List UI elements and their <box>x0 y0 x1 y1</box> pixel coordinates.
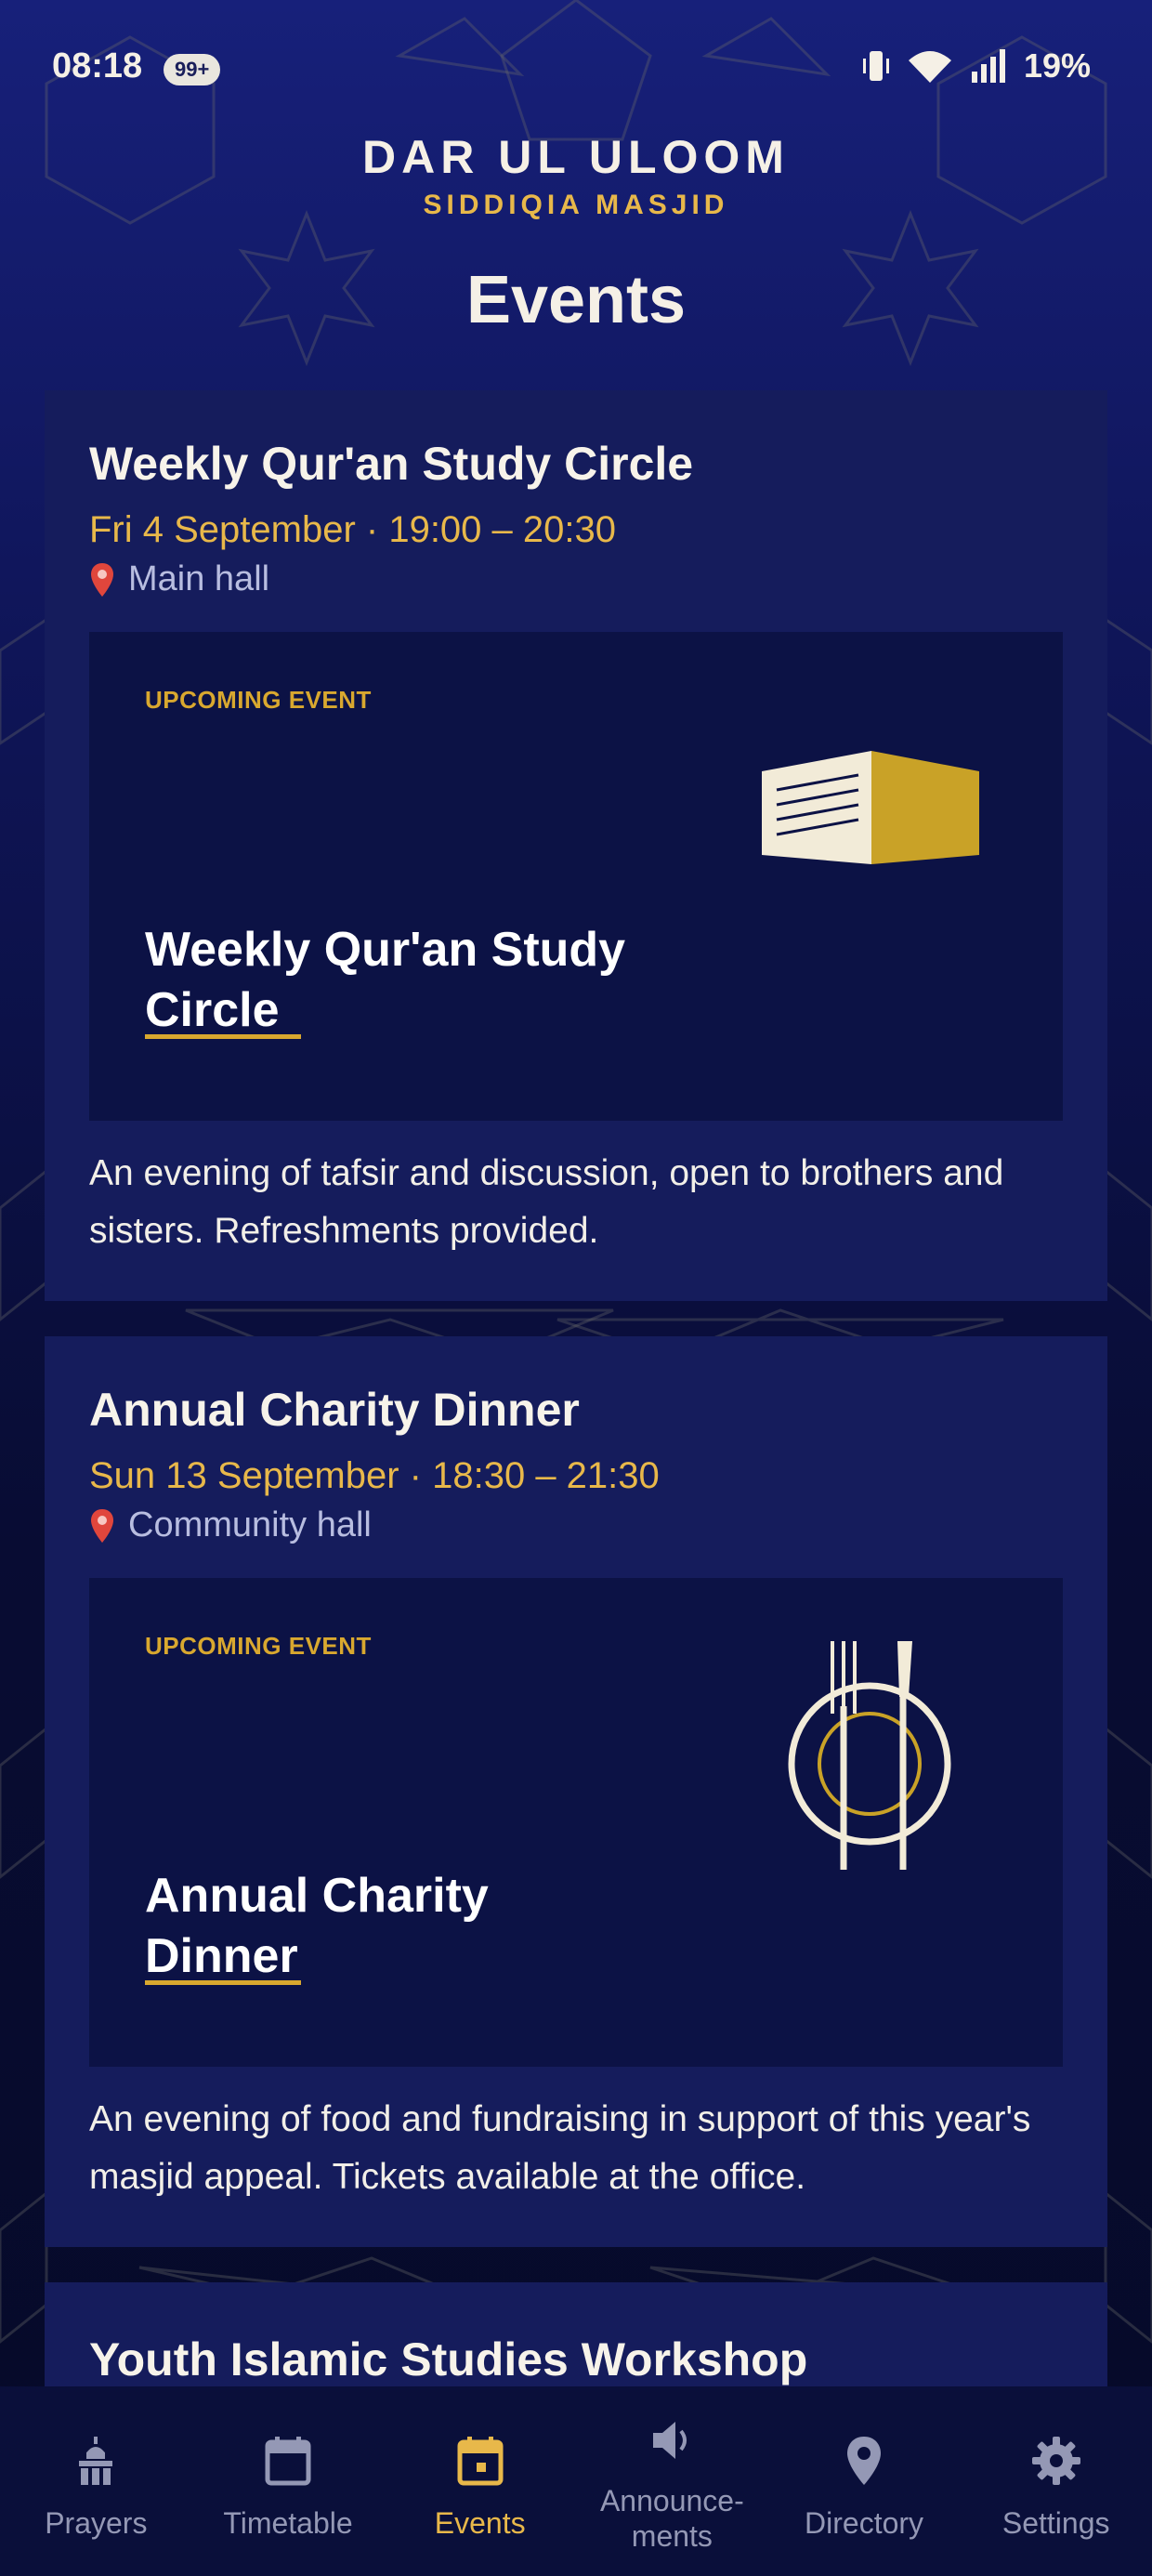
tab-label: Events <box>434 2506 526 2540</box>
brand-subtitle: SIDDIQIA MASJID <box>423 190 729 220</box>
location-pin-icon <box>91 1508 113 1543</box>
event-description: An evening of tafsir and discussion, ope… <box>89 1153 1004 1251</box>
bottom-tab-bar: Prayers Timetable Events Announce- ments <box>0 2386 1152 2576</box>
poster-underline <box>145 1980 301 1985</box>
speaker-icon <box>653 2422 687 2459</box>
tab-label: Settings <box>1001 2506 1110 2540</box>
event-card[interactable]: Annual Charity Dinner Sun 13 September ·… <box>45 1336 1107 2247</box>
calendar-event-icon <box>457 2437 504 2486</box>
mosque-icon <box>79 2437 113 2485</box>
event-poster: UPCOMING EVENT Weekly Qur'an Study Circl… <box>89 632 1063 1121</box>
signal-icon <box>971 49 1005 83</box>
brand-title: DAR UL ULOOM <box>362 131 790 183</box>
event-datetime: Fri 4 September · 19:00 – 20:30 <box>89 509 616 550</box>
tab-label: Directory <box>805 2506 924 2540</box>
event-location: Main hall <box>89 559 269 599</box>
event-poster: UPCOMING EVENT Annual Charity Dinner <box>89 1578 1063 2067</box>
status-bar: 08:18 99+ 19% <box>0 0 1152 139</box>
poster-title: Weekly Qur'an Study Circle <box>145 923 626 1037</box>
event-location-text: Community hall <box>128 1505 372 1544</box>
tab-prayers[interactable]: Prayers <box>0 2386 192 2576</box>
tab-events[interactable]: Events <box>384 2386 576 2576</box>
poster-tag: UPCOMING EVENT <box>145 1632 372 1660</box>
app-header: DAR UL ULOOM SIDDIQIA MASJID <box>0 130 1152 221</box>
event-title: Annual Charity Dinner <box>89 1384 580 1436</box>
poster-underline <box>145 1034 301 1039</box>
gear-icon <box>1031 2437 1080 2485</box>
dinner-plate-icon <box>788 1641 951 1870</box>
book-icon <box>762 751 979 864</box>
location-pin-icon <box>847 2437 882 2485</box>
tab-timetable[interactable]: Timetable <box>192 2386 385 2576</box>
event-title: Weekly Qur'an Study Circle <box>89 438 694 490</box>
event-description: An evening of food and fundraising in su… <box>89 2099 1031 2197</box>
event-card[interactable]: Weekly Qur'an Study Circle Fri 4 Septemb… <box>45 390 1107 1301</box>
tab-label: Timetable <box>223 2506 353 2540</box>
event-location: Community hall <box>89 1505 372 1545</box>
status-icons: 19% <box>862 46 1091 85</box>
tab-directory[interactable]: Directory <box>768 2386 961 2576</box>
page-title: Events <box>465 263 687 337</box>
tab-label: Prayers <box>45 2506 148 2540</box>
tab-settings[interactable]: Settings <box>960 2386 1152 2576</box>
battery-level: 19% <box>1023 46 1091 85</box>
wifi-icon <box>908 51 951 83</box>
location-pin-icon <box>91 562 113 597</box>
event-datetime: Sun 13 September · 18:30 – 21:30 <box>89 1455 660 1496</box>
calendar-icon <box>265 2437 311 2486</box>
event-card[interactable]: Youth Islamic Studies Workshop <box>45 2282 1107 2386</box>
poster-tag: UPCOMING EVENT <box>145 686 372 714</box>
tab-announcements[interactable]: Announce- ments <box>576 2386 768 2576</box>
tab-label: Announce- ments <box>599 2484 744 2553</box>
vibrate-icon <box>862 51 889 81</box>
event-location-text: Main hall <box>128 559 270 598</box>
event-title: Youth Islamic Studies Workshop <box>89 2333 808 2385</box>
poster-title: Annual Charity Dinner <box>145 1869 489 1983</box>
status-time: 08:18 <box>52 46 143 85</box>
events-list[interactable]: Weekly Qur'an Study Circle Fri 4 Septemb… <box>45 390 1107 2386</box>
notification-badge: 99+ <box>164 54 221 85</box>
